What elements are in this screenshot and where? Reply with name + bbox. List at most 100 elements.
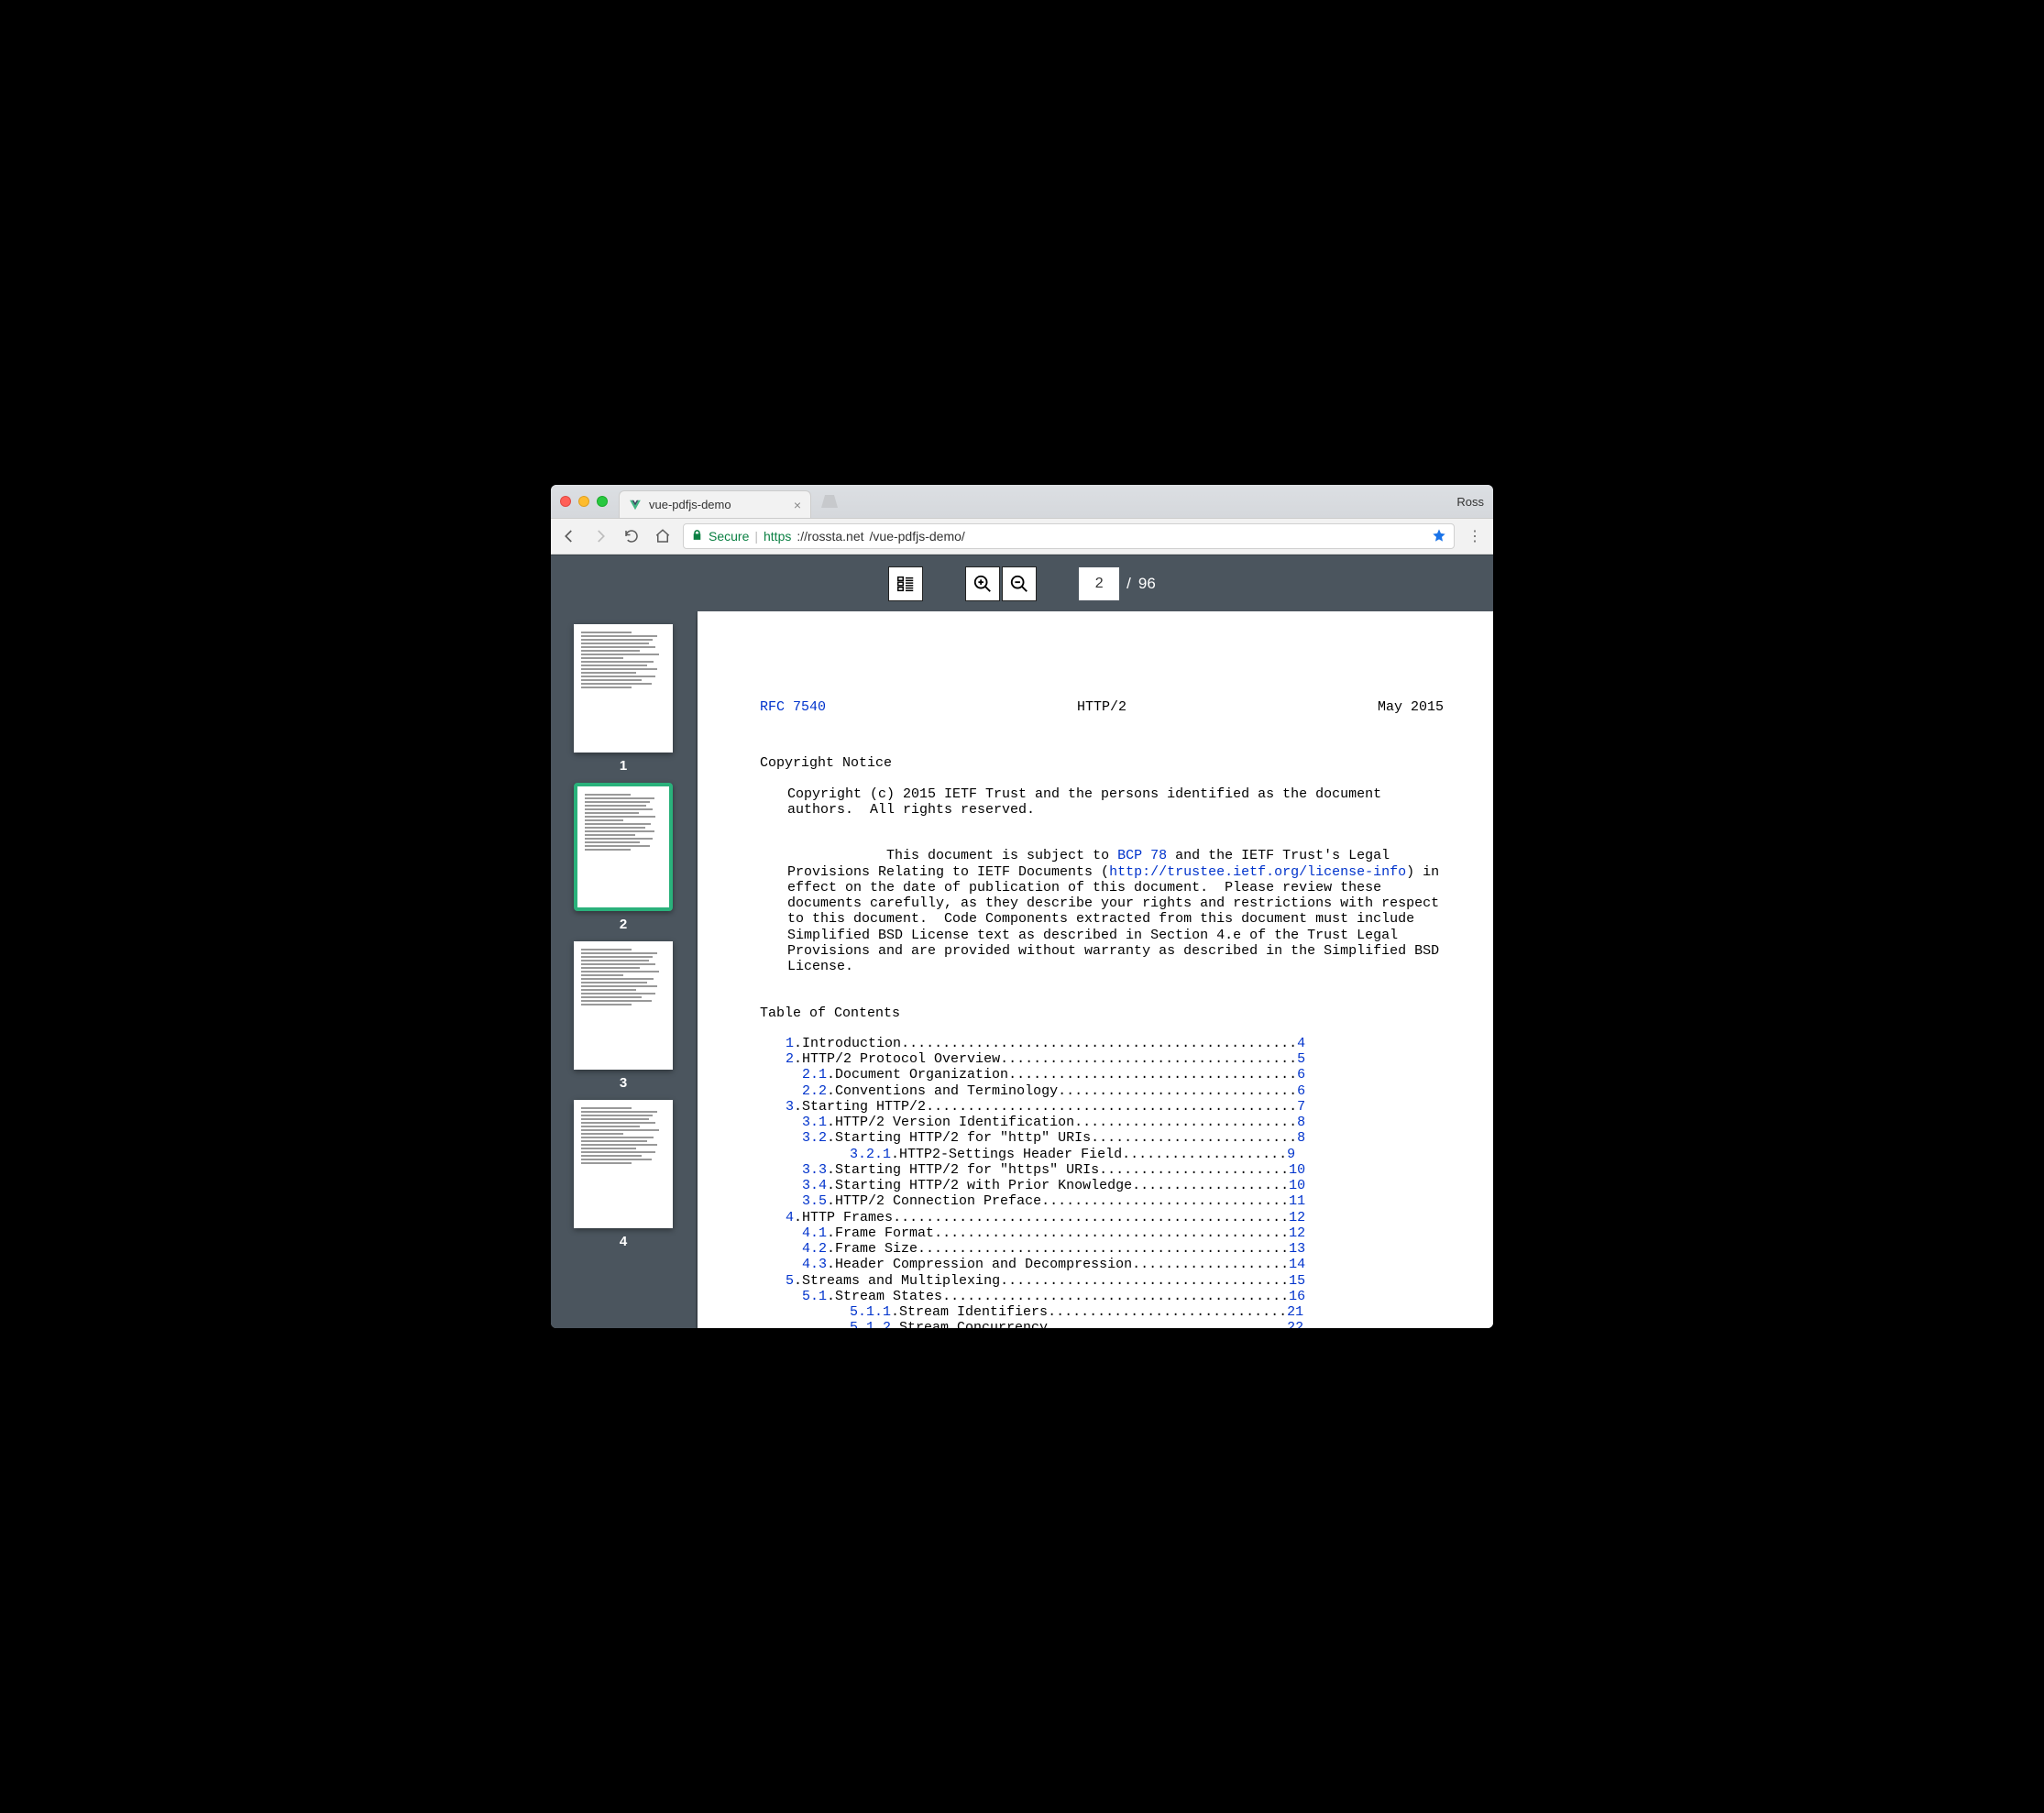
toc-page-link[interactable]: 10 [1289, 1162, 1305, 1178]
toc-dots: ........................................… [926, 1099, 1297, 1115]
thumbnail-page-4[interactable] [574, 1100, 673, 1228]
toc-page-link[interactable]: 13 [1289, 1241, 1305, 1257]
toggle-sidebar-button[interactable] [888, 566, 923, 601]
toc-page-link[interactable]: 8 [1297, 1115, 1305, 1130]
toc-dots: .................................... [1000, 1051, 1297, 1067]
zoom-out-button[interactable] [1002, 566, 1037, 601]
toc-page-link[interactable]: 14 [1289, 1257, 1305, 1272]
toc-row: 3. Starting HTTP/2 .....................… [786, 1099, 1444, 1115]
toc-row: 2.2. Conventions and Terminology .......… [786, 1083, 1444, 1099]
toc-section-label: HTTP Frames [802, 1210, 893, 1225]
browser-tab[interactable]: vue-pdfjs-demo × [619, 490, 811, 518]
toc-section-number[interactable]: 2.2 [802, 1083, 827, 1099]
toc-dot: . [891, 1304, 899, 1320]
toc-section-number[interactable]: 1 [786, 1036, 794, 1051]
toc-dots: ................... [1132, 1257, 1289, 1272]
toc-section-label: Stream Concurrency [899, 1320, 1048, 1328]
toc-section-number[interactable]: 3.3 [802, 1162, 827, 1178]
page-header: RFC 7540 HTTP/2 May 2015 [760, 699, 1444, 715]
secure-label: Secure [709, 529, 749, 544]
toc-page-link[interactable]: 22 [1287, 1320, 1303, 1328]
toc-section-label: Conventions and Terminology [835, 1083, 1058, 1099]
toc-section-number[interactable]: 2 [786, 1051, 794, 1067]
toc-section-number[interactable]: 3 [786, 1099, 794, 1115]
toc-page-link[interactable]: 8 [1297, 1130, 1305, 1146]
maximize-window-button[interactable] [597, 496, 608, 507]
toc-row: 4.2. Frame Size ........................… [786, 1241, 1444, 1257]
toc-page-link[interactable]: 12 [1289, 1210, 1305, 1225]
page-indicator: / 96 [1079, 567, 1156, 600]
url-separator: | [754, 529, 758, 544]
home-button[interactable] [652, 525, 674, 547]
toc-dots: ............................. [1058, 1083, 1297, 1099]
browser-menu-button[interactable]: ⋮ [1464, 527, 1486, 545]
profile-name[interactable]: Ross [1456, 495, 1484, 509]
toc-section-number[interactable]: 5 [786, 1273, 794, 1289]
pdf-toolbar: / 96 [551, 555, 1493, 611]
toc-page-link[interactable]: 6 [1297, 1083, 1305, 1099]
toc-section-label: Header Compression and Decompression [835, 1257, 1132, 1272]
toc-page-link[interactable]: 15 [1289, 1273, 1305, 1289]
back-button[interactable] [558, 525, 580, 547]
toc-section-number[interactable]: 5.1 [802, 1289, 827, 1304]
thumbnail-page-2[interactable] [574, 783, 673, 911]
toc-section-number[interactable]: 5.1.2 [850, 1320, 891, 1328]
toc-section-number[interactable]: 5.1.1 [850, 1304, 891, 1320]
toc-section-number[interactable]: 2.1 [802, 1067, 827, 1082]
toc-page-link[interactable]: 16 [1289, 1289, 1305, 1304]
toc-dot: . [827, 1257, 835, 1272]
toc-page-link[interactable]: 5 [1297, 1051, 1305, 1067]
toc-row: 4. HTTP Frames .........................… [786, 1210, 1444, 1225]
toc-page-link[interactable]: 12 [1289, 1225, 1305, 1241]
forward-button[interactable] [589, 525, 611, 547]
toc-section-label: Frame Format [835, 1225, 934, 1241]
reload-button[interactable] [621, 525, 643, 547]
toc-page-link[interactable]: 9 [1287, 1147, 1295, 1162]
toc-section-number[interactable]: 4 [786, 1210, 794, 1225]
thumbnail-page-1[interactable] [574, 624, 673, 753]
thumbnail-page-3[interactable] [574, 941, 673, 1070]
toc-dot: . [891, 1147, 899, 1162]
toc-page-link[interactable]: 10 [1289, 1178, 1305, 1193]
rfc-link[interactable]: RFC 7540 [760, 699, 826, 715]
bookmark-star-icon[interactable] [1432, 528, 1446, 545]
toc-page-link[interactable]: 11 [1289, 1193, 1305, 1209]
minimize-window-button[interactable] [578, 496, 589, 507]
thumbnail-wrap: 3 [567, 941, 679, 1091]
toc-dot: . [794, 1051, 802, 1067]
page-scroll-area[interactable]: RFC 7540 HTTP/2 May 2015 Copyright Notic… [696, 611, 1493, 1328]
toc-section-number[interactable]: 4.3 [802, 1257, 827, 1272]
close-tab-icon[interactable]: × [794, 498, 801, 512]
toc-section-label: Stream Identifiers [899, 1304, 1048, 1320]
toc-section-number[interactable]: 3.4 [802, 1178, 827, 1193]
toc-dots: ....................... [1099, 1162, 1289, 1178]
toc-row: 3.3. Starting HTTP/2 for "https" URIs ..… [786, 1162, 1444, 1178]
toc-page-link[interactable]: 4 [1297, 1036, 1305, 1051]
toc-page-link[interactable]: 7 [1297, 1099, 1305, 1115]
zoom-in-button[interactable] [965, 566, 1000, 601]
license-info-link[interactable]: http://trustee.ietf.org/license-info [1109, 864, 1406, 880]
titlebar: vue-pdfjs-demo × Ross [551, 485, 1493, 518]
toc-row: 4.3. Header Compression and Decompressio… [786, 1257, 1444, 1272]
url-field[interactable]: Secure | https ://rossta.net /vue-pdfjs-… [683, 523, 1455, 549]
page-number-input[interactable] [1079, 567, 1119, 600]
close-window-button[interactable] [560, 496, 571, 507]
new-tab-button[interactable] [819, 491, 841, 511]
toc-section-number[interactable]: 3.1 [802, 1115, 827, 1130]
toc-dot: . [794, 1273, 802, 1289]
toc-section-number[interactable]: 3.2 [802, 1130, 827, 1146]
para2c: ) in effect on the date of publication o… [787, 864, 1447, 975]
toc-page-link[interactable]: 21 [1287, 1304, 1303, 1320]
url-path: /vue-pdfjs-demo/ [870, 529, 965, 544]
copyright-paragraph-1: Copyright (c) 2015 IETF Trust and the pe… [787, 786, 1444, 819]
toc-section-label: Document Organization [835, 1067, 1008, 1082]
thumbnail-sidebar[interactable]: 1234 [551, 611, 696, 1328]
toc-section-number[interactable]: 3.5 [802, 1193, 827, 1209]
toc-section-number[interactable]: 3.2.1 [850, 1147, 891, 1162]
toc-row: 5.1. Stream States .....................… [786, 1289, 1444, 1304]
toc-section-number[interactable]: 4.1 [802, 1225, 827, 1241]
toc-page-link[interactable]: 6 [1297, 1067, 1305, 1082]
toc-section-label: HTTP/2 Version Identification [835, 1115, 1074, 1130]
bcp-link[interactable]: BCP 78 [1117, 848, 1167, 863]
toc-section-number[interactable]: 4.2 [802, 1241, 827, 1257]
